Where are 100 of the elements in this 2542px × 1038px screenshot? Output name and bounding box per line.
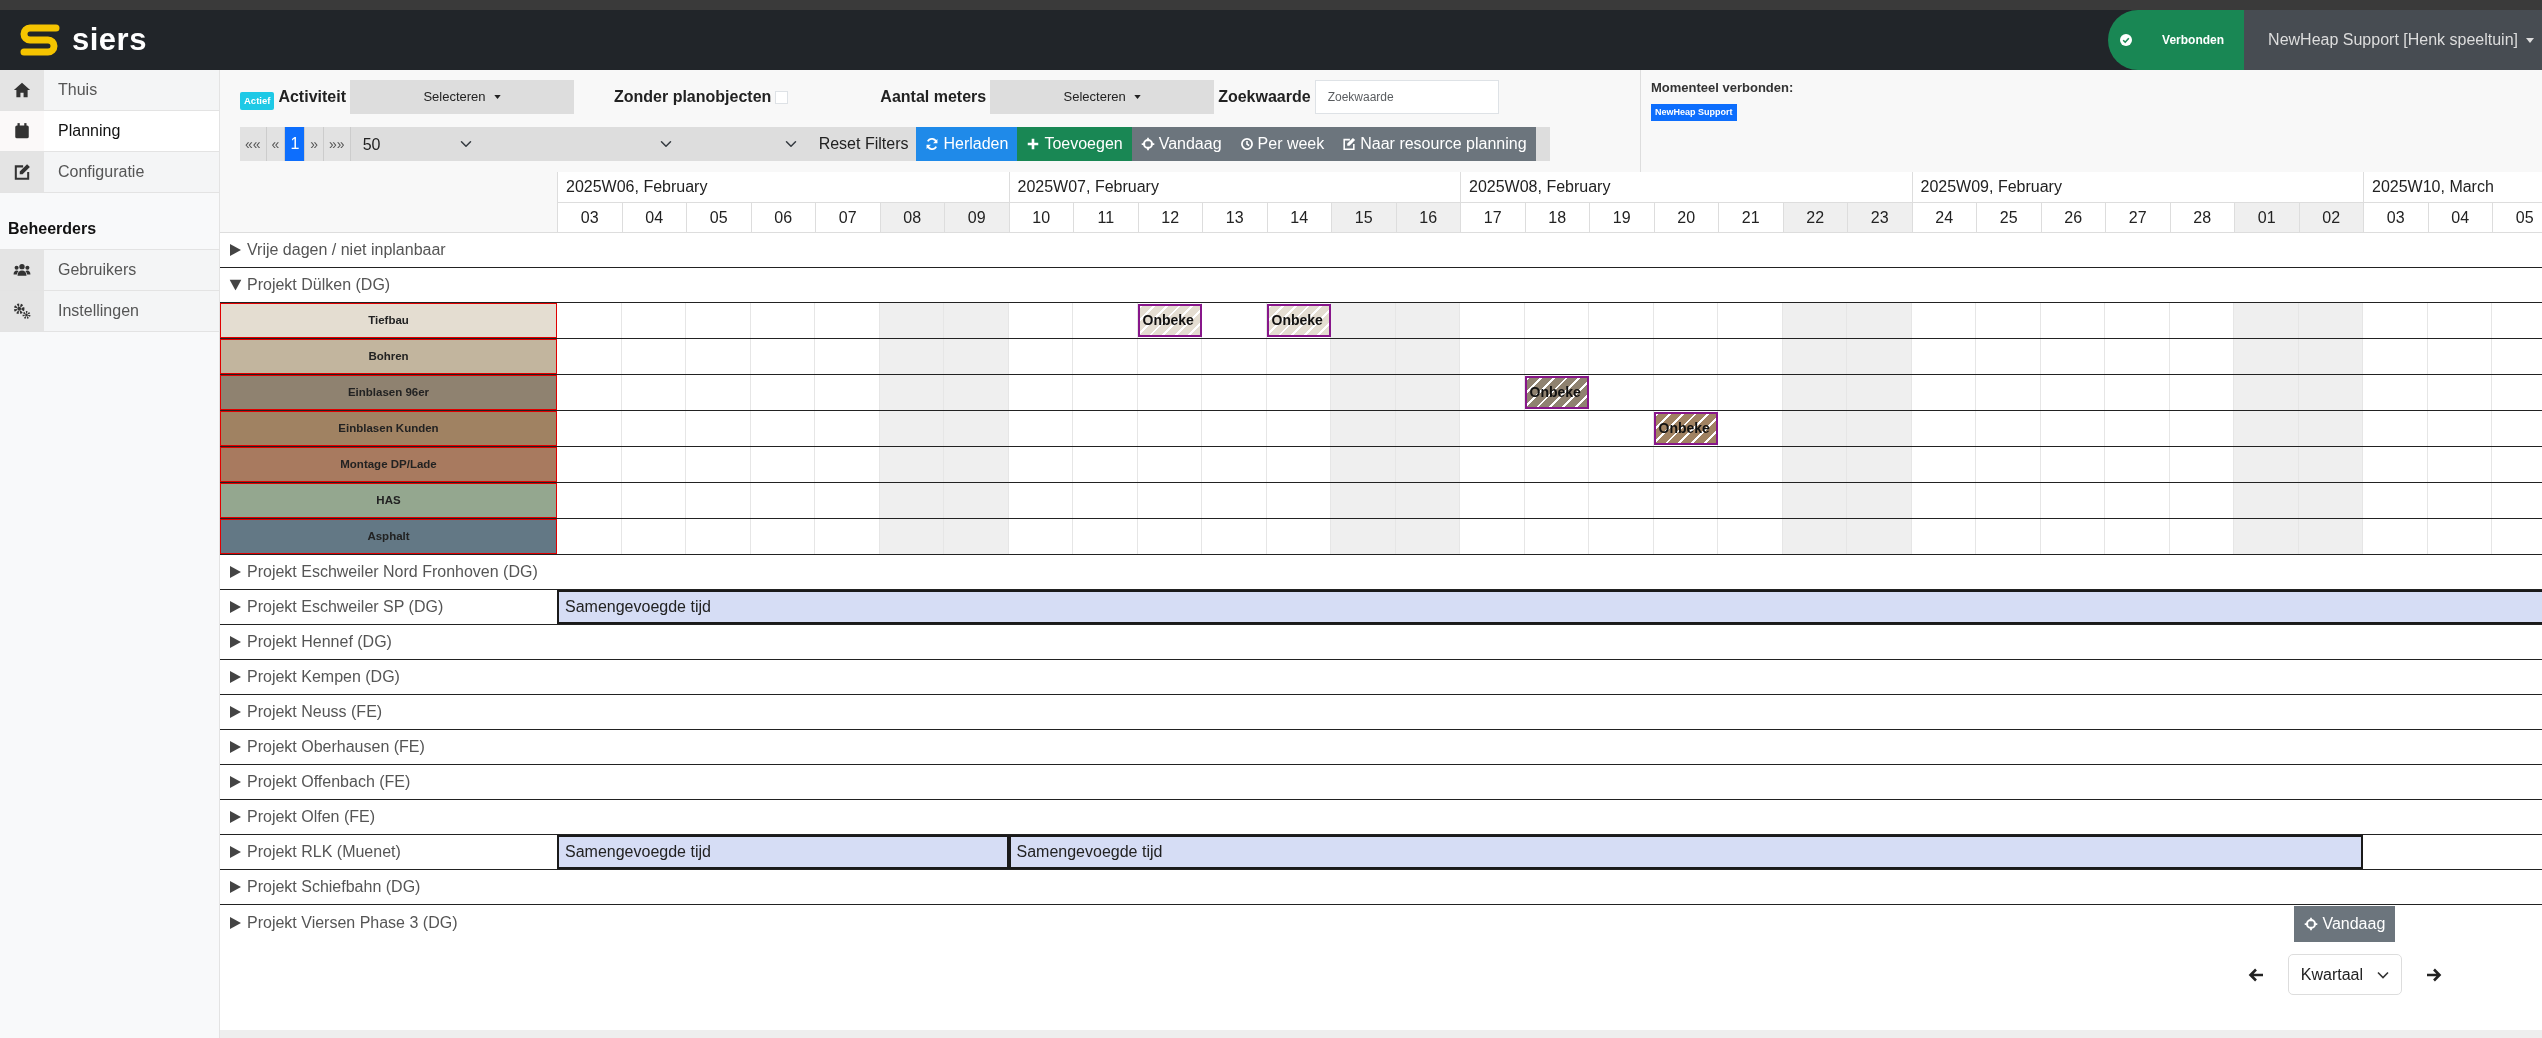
group-toggle[interactable]: Projekt Kempen (DG) [220, 660, 557, 694]
group-toggle[interactable]: Projekt Oberhausen (FE) [220, 730, 557, 764]
day-header: 09 [944, 203, 1009, 233]
next-button[interactable] [2426, 967, 2442, 982]
user-menu[interactable]: NewHeap Support [Henk speeltuin] [2244, 10, 2542, 70]
triangle-icon [230, 601, 241, 613]
group-toggle[interactable]: Projekt Viersen Phase 3 (DG) [220, 905, 557, 940]
group-toggle[interactable]: Vrije dagen / niet inplanbaar [220, 233, 557, 267]
range-select[interactable]: Kwartaal [2287, 954, 2402, 995]
caret-icon [493, 95, 501, 99]
day-header: 05 [686, 203, 751, 233]
day-header: 22 [1782, 203, 1847, 233]
day-header: 28 [2169, 203, 2234, 233]
day-header: 03 [2363, 203, 2428, 233]
reset-filters-button[interactable]: Reset Filters [810, 132, 917, 156]
week-header: 2025W08, February [1460, 172, 1912, 203]
day-header: 25 [1976, 203, 2041, 233]
crosshair-icon [1140, 137, 1155, 151]
panel-title: Momenteel verbonden: [1651, 79, 1795, 97]
week-header: 2025W07, February [1008, 172, 1460, 203]
toolbar-button[interactable]: Toevoegen [1017, 127, 1132, 161]
group-toggle[interactable]: Projekt Eschweiler SP (DG) [220, 590, 557, 624]
triangle-icon [230, 776, 241, 788]
group-toggle[interactable]: Projekt Schiefbahn (DG) [220, 870, 557, 904]
calendar-icon [13, 122, 31, 140]
status-badge: Actief [240, 91, 275, 111]
arrow-right-icon [2426, 967, 2442, 982]
resource-label: HAS [220, 483, 557, 518]
group-toggle[interactable]: Projekt Olfen (FE) [220, 800, 557, 834]
chevron-down-icon [2377, 970, 2389, 979]
toolbar-button[interactable]: Naar resource planning [1333, 127, 1536, 161]
sidebar-item[interactable]: Gebruikers [0, 250, 219, 291]
planning-event[interactable]: Onbeke [1266, 304, 1331, 337]
crosshair-icon [2304, 917, 2319, 931]
day-header: 03 [557, 203, 622, 233]
today-button[interactable]: Vandaag [2294, 906, 2396, 942]
day-header: 10 [1008, 203, 1073, 233]
triangle-icon [230, 881, 241, 893]
day-header: 20 [1653, 203, 1718, 233]
group-toggle[interactable]: Projekt Hennef (DG) [220, 625, 557, 659]
sidebar-item[interactable]: Thuis [0, 70, 219, 111]
toolbar-button[interactable]: Per week [1230, 127, 1334, 161]
group-toggle[interactable]: Projekt Dülken (DG) [220, 268, 557, 302]
group-toggle[interactable]: Projekt RLK (Muenet) [220, 835, 557, 869]
toolbar-button[interactable]: Herladen [916, 127, 1018, 161]
triangle-icon [230, 671, 241, 683]
resource-label: Bohren [220, 339, 557, 374]
gears-icon [13, 302, 31, 320]
day-header: 27 [2105, 203, 2170, 233]
day-header: 24 [1911, 203, 1976, 233]
day-header: 06 [750, 203, 815, 233]
page-button[interactable]: «« [240, 127, 267, 161]
status-text: Verbonden [2162, 32, 2225, 49]
edit-icon [1342, 137, 1357, 151]
day-header: 23 [1847, 203, 1912, 233]
page-button[interactable]: 1 [285, 127, 306, 161]
week-header: 2025W06, February [557, 172, 1009, 203]
page-button[interactable]: »» [324, 127, 351, 161]
group-toggle[interactable]: Projekt Neuss (FE) [220, 695, 557, 729]
sidebar-item[interactable]: Planning [0, 111, 219, 152]
planning-event[interactable]: Onbeke [1137, 304, 1202, 337]
day-header: 02 [2298, 203, 2363, 233]
merged-time-bar: Samengevoegde tijd [1008, 835, 2363, 869]
day-header: 04 [2427, 203, 2492, 233]
toolbar-button[interactable]: Vandaag [1131, 127, 1231, 161]
group-toggle[interactable]: Projekt Eschweiler Nord Fronhoven (DG) [220, 555, 557, 589]
dropdown-button[interactable]: Selecteren [350, 80, 574, 114]
week-header: 2025W10, March [2363, 172, 2542, 203]
day-header: 05 [2492, 203, 2542, 233]
day-header: 04 [621, 203, 686, 233]
group-toggle[interactable]: Projekt Offenbach (FE) [220, 765, 557, 799]
dropdown-button[interactable]: Selecteren [990, 80, 1215, 114]
sidebar-item[interactable]: Configuratie [0, 152, 219, 193]
checkbox[interactable] [775, 90, 789, 104]
arrow-left-icon [2247, 967, 2264, 982]
day-header: 21 [1718, 203, 1783, 233]
search-field[interactable]: Zoekwaarde [1314, 80, 1499, 114]
day-header: 16 [1395, 203, 1460, 233]
triangle-icon [230, 846, 241, 858]
resource-label: Einblasen 96er [220, 375, 557, 410]
day-header: 07 [815, 203, 880, 233]
day-header: 11 [1073, 203, 1138, 233]
merged-time-bar: Samengevoegde tijd [557, 835, 1009, 869]
day-header: 13 [1202, 203, 1267, 233]
triangle-icon [230, 811, 241, 823]
sidebar-item[interactable]: Instellingen [0, 291, 219, 332]
day-header: 18 [1524, 203, 1589, 233]
caret-icon [2526, 37, 2534, 43]
users-icon [13, 261, 31, 279]
previous-button[interactable] [2247, 967, 2264, 982]
filter-label: Aantal meters [880, 87, 987, 107]
resource-label: Tiefbau [220, 303, 557, 338]
page-button[interactable]: » [305, 127, 325, 161]
filter-label: Zoekwaarde [1218, 87, 1311, 107]
merged-time-bar: Samengevoegde tijd [557, 590, 2542, 624]
triangle-icon [230, 706, 241, 718]
triangle-icon [230, 244, 241, 256]
day-header: 15 [1331, 203, 1396, 233]
day-header: 12 [1137, 203, 1202, 233]
refresh-icon [925, 137, 940, 151]
